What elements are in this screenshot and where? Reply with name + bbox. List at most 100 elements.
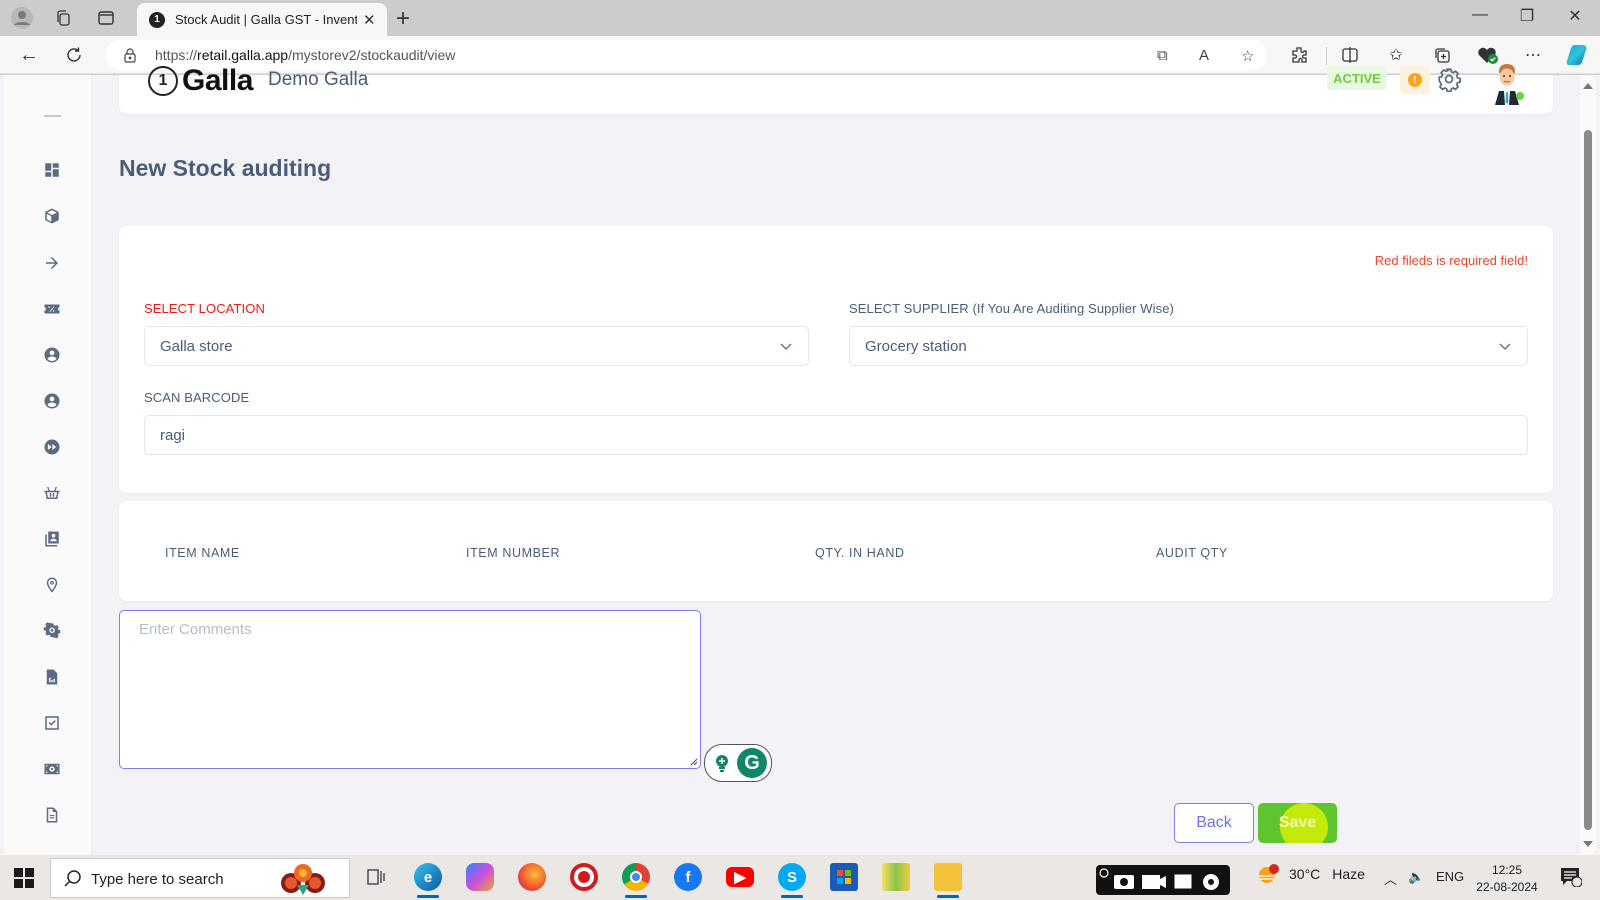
document-icon [46, 807, 58, 823]
edge-taskbar-icon[interactable]: e [414, 863, 442, 898]
report-icon [46, 669, 58, 685]
sidebar-item-discounts[interactable] [40, 297, 64, 321]
comments-textarea[interactable] [120, 611, 700, 768]
chrome-taskbar-icon[interactable] [622, 863, 650, 898]
dashboard-icon [45, 163, 59, 177]
address-bar[interactable]: https://retail.galla.app/mystorev2/stock… [105, 40, 1267, 70]
restore-button[interactable]: ❐ [1507, 6, 1547, 26]
close-tab-icon[interactable]: ✕ [363, 11, 376, 29]
weather-widget[interactable]: 30°C Haze [1257, 863, 1365, 885]
back-button[interactable]: Back [1174, 803, 1254, 843]
read-aloud-icon[interactable]: A [1199, 47, 1209, 64]
sidebar-item-payments[interactable] [40, 757, 64, 781]
logo-badge: 1 [148, 66, 178, 96]
sidebar-item-locations[interactable] [40, 573, 64, 597]
language-indicator[interactable]: ENG [1436, 869, 1464, 884]
sidebar-item-settings[interactable] [40, 619, 64, 643]
sidebar-item-products[interactable] [40, 204, 64, 228]
show-hidden-icons-chevron[interactable]: ︿ [1384, 869, 1397, 888]
sidebar-item-contacts[interactable] [40, 527, 64, 551]
sidebar-item-customers[interactable] [40, 343, 64, 367]
required-note: Red fileds is required field! [1374, 253, 1528, 268]
sidebar-item-documents[interactable] [40, 803, 64, 827]
close-window-button[interactable]: ✕ [1555, 6, 1595, 26]
sidebar-item-transfer[interactable] [40, 251, 64, 275]
sidebar-item-dashboard[interactable] [40, 158, 64, 182]
sidebar-collapse-handle[interactable] [44, 115, 61, 117]
youtube-taskbar-icon[interactable]: ▶ [726, 867, 754, 887]
sidebar-item-reports[interactable] [40, 665, 64, 689]
task-view-icon[interactable] [362, 863, 390, 891]
weather-temp: 30°C [1289, 866, 1321, 882]
barcode-field[interactable] [144, 415, 1528, 455]
sidebar-item-quick-actions[interactable] [40, 435, 64, 459]
supplier-select[interactable]: Grocery station [849, 326, 1528, 366]
copilot-taskbar-icon[interactable] [466, 863, 494, 891]
supplier-label: SELECT SUPPLIER (If You Are Auditing Sup… [849, 301, 1174, 316]
user-avatar[interactable] [1487, 63, 1527, 105]
sidebar-item-tasks[interactable] [40, 711, 64, 735]
open-in-app-icon[interactable]: ⧉ [1157, 47, 1168, 64]
favorite-star-icon[interactable]: ☆ [1241, 47, 1254, 65]
galla-logo[interactable]: 1 Galla [148, 64, 253, 98]
grammarly-icon: G [737, 748, 767, 778]
warning-button[interactable]: ! [1400, 66, 1430, 94]
location-select[interactable]: Galla store [144, 326, 809, 366]
back-nav-icon[interactable]: ← [17, 43, 41, 67]
opera-taskbar-icon[interactable] [570, 863, 598, 891]
barcode-input[interactable] [145, 416, 1527, 454]
split-screen-icon[interactable] [1338, 43, 1362, 67]
minimize-button[interactable]: — [1460, 6, 1500, 24]
url-text[interactable]: https://retail.galla.app/mystorev2/stock… [155, 47, 455, 63]
copilot-icon[interactable] [1566, 43, 1590, 67]
capture-toolbar[interactable] [1096, 865, 1230, 895]
microsoft-store-taskbar-icon[interactable] [830, 863, 858, 891]
column-header-audit-qty[interactable]: AUDIT QTY [1156, 546, 1228, 560]
save-button[interactable]: Save [1258, 803, 1337, 843]
skype-taskbar-icon[interactable]: S [778, 863, 806, 898]
column-header-item-number[interactable]: ITEM NUMBER [466, 546, 560, 560]
chevron-down-icon [1499, 343, 1511, 350]
clock-time: 12:25 [1491, 863, 1523, 877]
page-scrollbar[interactable] [1580, 75, 1596, 855]
profile-icon[interactable] [10, 6, 34, 30]
resize-grip-icon[interactable] [689, 757, 698, 766]
location-label: SELECT LOCATION [144, 301, 265, 316]
contacts-icon [45, 531, 59, 547]
app-taskbar-icon[interactable] [882, 863, 910, 891]
browser-tab-active[interactable]: 1 Stock Audit | Galla GST - Inventory ✕ [137, 3, 387, 36]
favorites-icon[interactable]: ✩ [1384, 43, 1408, 67]
grammarly-widget[interactable]: G [704, 744, 772, 782]
opera-core [578, 871, 590, 883]
scroll-up-arrow-icon[interactable] [1583, 83, 1593, 89]
collections-icon[interactable] [1430, 43, 1454, 67]
workspaces-icon[interactable] [51, 6, 75, 30]
page-viewport: 1 Galla Demo Galla ACTIVE ! New Stock au… [0, 64, 1600, 855]
facebook-taskbar-icon[interactable]: f [674, 863, 702, 891]
refresh-icon[interactable] [62, 43, 86, 67]
windows-start-icon[interactable] [14, 868, 34, 888]
new-tab-button[interactable]: + [396, 5, 410, 33]
galla-favicon: 1 [149, 11, 165, 28]
column-header-item-name[interactable]: ITEM NAME [165, 546, 240, 560]
firefox-taskbar-icon[interactable] [518, 863, 546, 891]
fast-forward-icon [44, 439, 60, 455]
column-header-qty-in-hand[interactable]: QTY. IN HAND [815, 546, 905, 560]
sidebar-item-suppliers[interactable] [40, 389, 64, 413]
taskbar-search[interactable]: Type here to search [50, 858, 350, 898]
settings-gear-icon[interactable] [1436, 66, 1462, 93]
extensions-icon[interactable] [1287, 43, 1311, 67]
system-clock[interactable]: 12:25 22-08-2024 [1472, 862, 1542, 896]
scroll-down-arrow-icon[interactable] [1583, 841, 1593, 847]
file-explorer-taskbar-icon[interactable] [934, 863, 962, 898]
logo-text: Galla [182, 64, 253, 97]
volume-icon[interactable]: 🔈 [1408, 869, 1424, 885]
scrollbar-thumb[interactable] [1584, 130, 1592, 830]
lock-icon[interactable] [123, 47, 137, 68]
weather-desc: Haze [1332, 866, 1365, 882]
sidebar-item-purchase[interactable] [40, 481, 64, 505]
comments-field[interactable] [119, 610, 701, 769]
vertical-tabs-icon[interactable] [94, 6, 118, 30]
notification-center-icon[interactable] [1560, 867, 1583, 888]
tab-title: Stock Audit | Galla GST - Inventory [175, 12, 357, 27]
